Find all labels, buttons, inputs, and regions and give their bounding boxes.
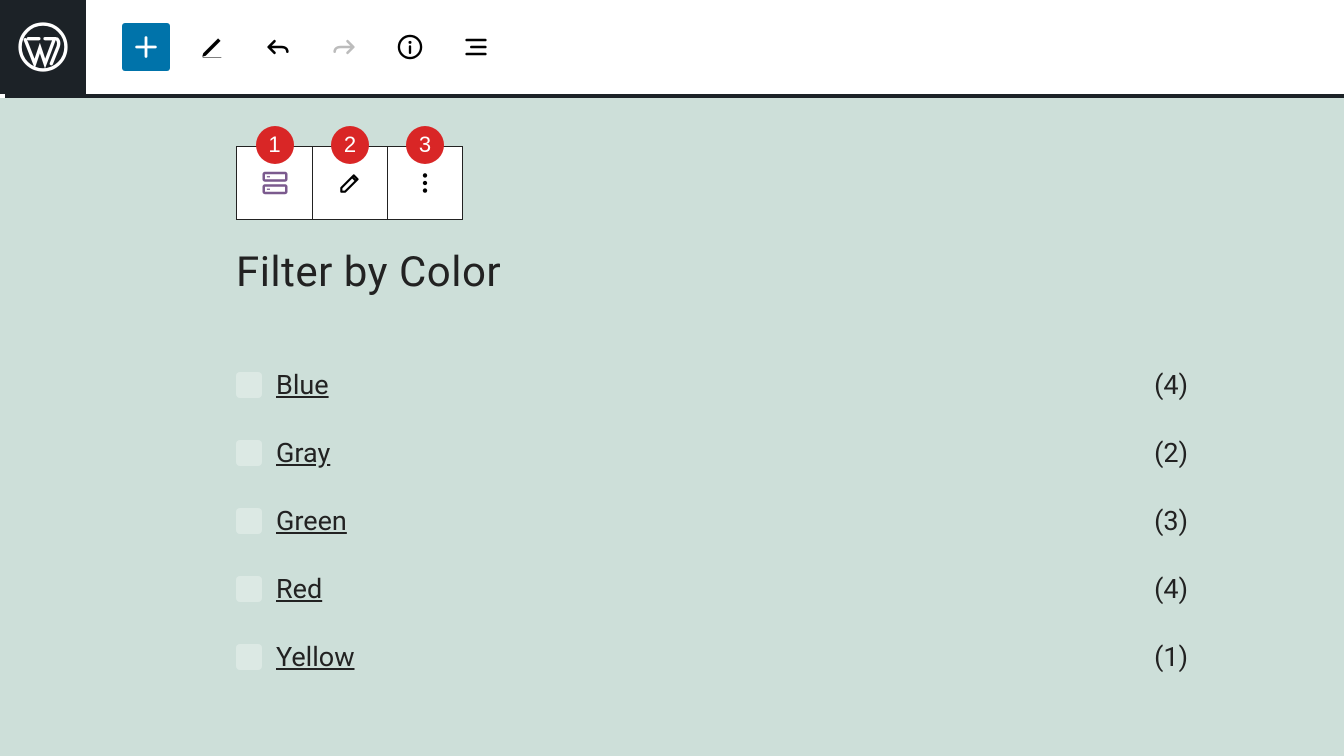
block-edit-button[interactable]: 2	[312, 147, 387, 219]
redo-button[interactable]	[320, 23, 368, 71]
checkbox[interactable]	[236, 644, 262, 670]
block-type-button[interactable]: 1	[237, 147, 312, 219]
list-item: Red (4)	[236, 573, 1188, 605]
block-options-button[interactable]: 3	[387, 147, 462, 219]
pencil-outline-icon	[337, 170, 363, 196]
filter-link-yellow[interactable]: Yellow	[276, 641, 355, 673]
annotation-badge-3: 3	[406, 126, 444, 164]
editor-toolbar	[86, 0, 500, 94]
pencil-icon	[198, 33, 226, 61]
filter-count: (4)	[1154, 369, 1188, 401]
filter-count: (3)	[1154, 505, 1188, 537]
list-view-icon	[462, 33, 490, 61]
list-item: Yellow (1)	[236, 641, 1188, 673]
list-item: Blue (4)	[236, 369, 1188, 401]
undo-button[interactable]	[254, 23, 302, 71]
filter-heading: Filter by Color	[236, 248, 1194, 297]
checkbox[interactable]	[236, 508, 262, 534]
redo-icon	[330, 33, 358, 61]
editor-canvas: 1 2 3 Filter by Color Blue (4) Gray (2)	[0, 98, 1344, 756]
plus-icon	[132, 33, 160, 61]
annotation-badge-2: 2	[331, 126, 369, 164]
wordpress-logo[interactable]	[0, 0, 86, 94]
info-icon	[396, 33, 424, 61]
checkbox[interactable]	[236, 372, 262, 398]
filter-link-green[interactable]: Green	[276, 505, 347, 537]
info-button[interactable]	[386, 23, 434, 71]
editor-top-bar	[0, 0, 1344, 94]
list-item: Gray (2)	[236, 437, 1188, 469]
edit-mode-button[interactable]	[188, 23, 236, 71]
undo-icon	[264, 33, 292, 61]
filter-link-blue[interactable]: Blue	[276, 369, 329, 401]
checkbox[interactable]	[236, 576, 262, 602]
filter-link-gray[interactable]: Gray	[276, 437, 330, 469]
filter-count: (2)	[1154, 437, 1188, 469]
more-vertical-icon	[412, 170, 438, 196]
outline-button[interactable]	[452, 23, 500, 71]
add-block-button[interactable]	[122, 23, 170, 71]
block-toolbar: 1 2 3	[236, 146, 463, 220]
list-item: Green (3)	[236, 505, 1188, 537]
annotation-badge-1: 1	[256, 126, 294, 164]
filter-count: (4)	[1154, 573, 1188, 605]
widget-icon	[260, 168, 290, 198]
wordpress-icon	[18, 22, 68, 72]
color-filter-list: Blue (4) Gray (2) Green (3) Red (4)	[236, 369, 1188, 673]
filter-count: (1)	[1154, 641, 1188, 673]
checkbox[interactable]	[236, 440, 262, 466]
filter-link-red[interactable]: Red	[276, 573, 322, 605]
